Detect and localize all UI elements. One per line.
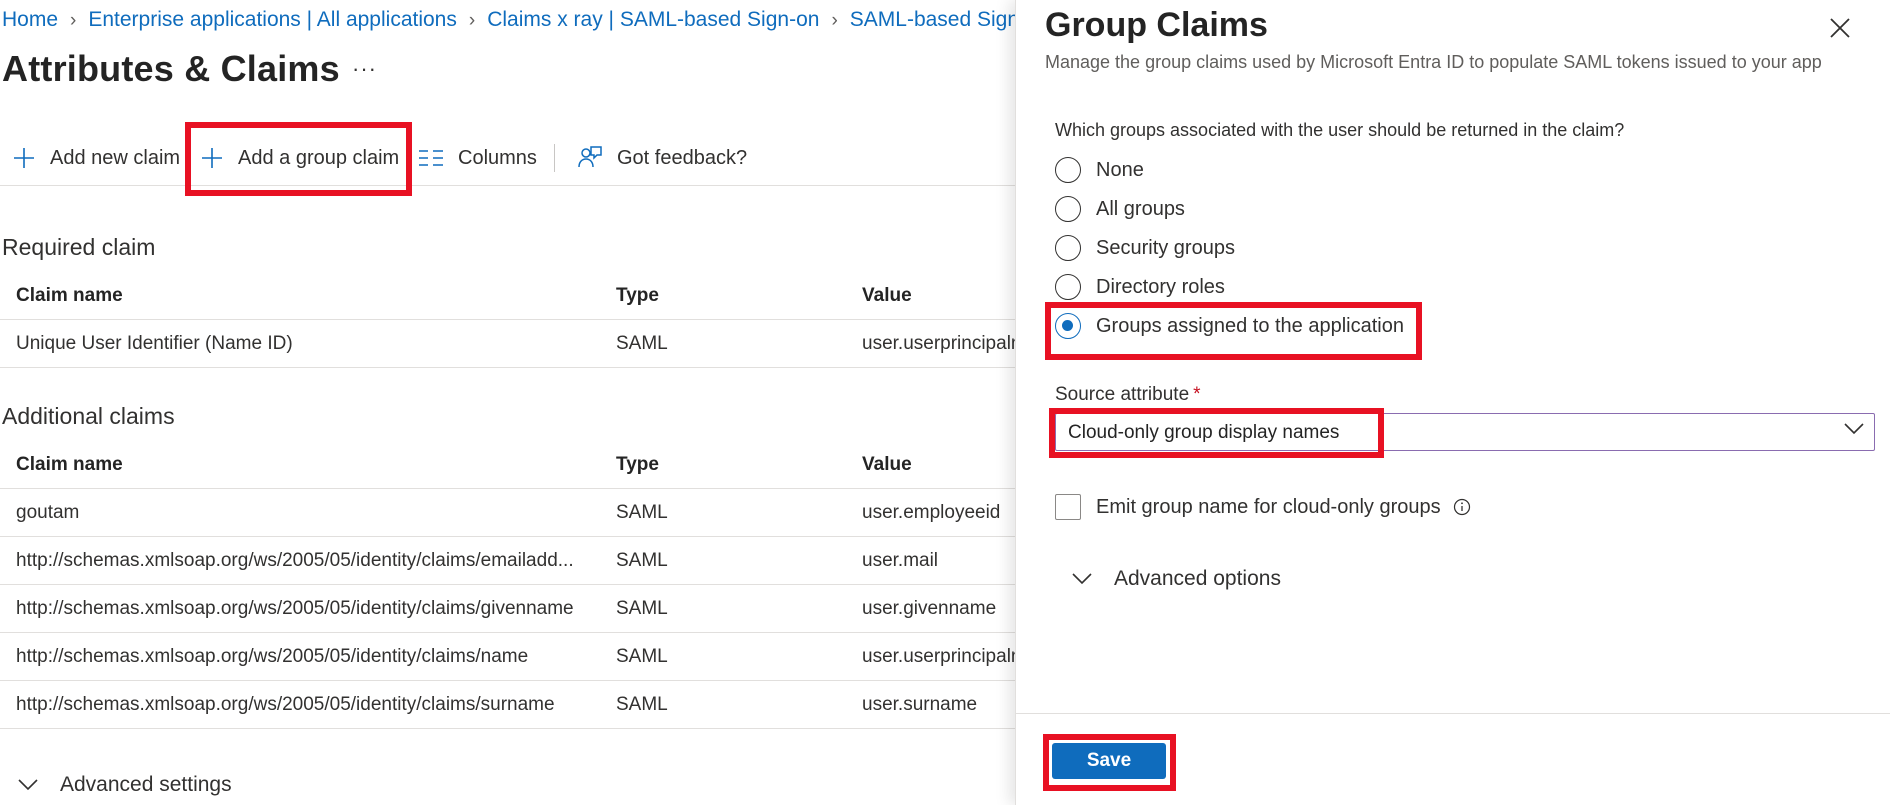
claim-value-cell: user.mail [862, 550, 939, 571]
main-content: Home › Enterprise applications | All appli… [0, 0, 1015, 805]
columns-icon [419, 150, 443, 166]
radio-directory-roles[interactable]: Directory roles [1055, 272, 1225, 302]
breadcrumb-saml-sign-on[interactable]: SAML-based Sign-on [850, 8, 1015, 31]
breadcrumb-claims-xray[interactable]: Claims x ray | SAML-based Sign-on [487, 8, 819, 31]
advanced-options-label: Advanced options [1114, 567, 1281, 590]
claim-name-cell: http://schemas.xmlsoap.org/ws/2005/05/id… [16, 598, 574, 619]
columns-label: Columns [458, 146, 537, 169]
additional-claims-heading: Additional claims [2, 403, 175, 429]
claim-name-cell: http://schemas.xmlsoap.org/ws/2005/05/id… [16, 694, 555, 715]
chevron-right-icon: › [831, 10, 838, 31]
claim-type-cell: SAML [616, 646, 668, 667]
claim-type-cell: SAML [616, 550, 668, 571]
chevron-down-icon [1844, 423, 1864, 435]
emit-group-name-label: Emit group name for cloud-only groups [1096, 495, 1441, 518]
required-claims-table: Claim name Type Value Unique User Identi… [0, 272, 1015, 368]
highlight-box [185, 122, 412, 196]
info-icon[interactable] [1453, 498, 1471, 516]
claim-value-cell: user.userprincipalname [862, 333, 1015, 354]
radio-none[interactable]: None [1055, 155, 1144, 185]
panel-title: Group Claims [1045, 6, 1268, 44]
chevron-down-icon [1072, 573, 1092, 585]
column-header-type: Type [616, 285, 659, 306]
source-attribute-text: Source attribute [1055, 384, 1190, 405]
claim-type-cell: SAML [616, 502, 668, 523]
required-claim-heading: Required claim [2, 234, 156, 260]
table-header-row: Claim name Type Value [0, 272, 1015, 320]
column-header-value: Value [862, 285, 912, 306]
panel-subtitle: Manage the group claims used by Microsof… [1045, 52, 1822, 72]
plus-icon [14, 148, 34, 168]
emit-group-name-checkbox[interactable] [1055, 494, 1081, 520]
command-bar: Add new claim Add a group claim Columns … [0, 140, 1015, 186]
table-row[interactable]: http://schemas.xmlsoap.org/ws/2005/05/id… [0, 681, 1015, 729]
claim-name-cell: http://schemas.xmlsoap.org/ws/2005/05/id… [16, 550, 574, 571]
claim-value-cell: user.givenname [862, 598, 997, 619]
table-row[interactable]: Unique User Identifier (Name ID) SAML us… [0, 320, 1015, 368]
table-row[interactable]: http://schemas.xmlsoap.org/ws/2005/05/id… [0, 633, 1015, 681]
radio-button[interactable] [1055, 235, 1081, 261]
advanced-options-toggle[interactable]: Advanced options [1072, 567, 1281, 591]
feedback-icon [578, 146, 602, 168]
advanced-settings-label: Advanced settings [60, 773, 232, 796]
claim-name-cell: http://schemas.xmlsoap.org/ws/2005/05/id… [16, 646, 529, 667]
radio-label: None [1096, 158, 1144, 181]
page-title: Attributes & Claims [2, 48, 340, 89]
highlight-box [1049, 408, 1384, 458]
claim-value-cell: user.surname [862, 694, 978, 715]
table-row[interactable]: goutam SAML user.employeeid [0, 489, 1015, 537]
additional-claims-table: Claim name Type Value goutam SAML user.e… [0, 441, 1015, 729]
radio-label: Security groups [1096, 236, 1235, 259]
radio-security-groups[interactable]: Security groups [1055, 233, 1235, 263]
feedback-button[interactable]: Got feedback? [577, 140, 747, 176]
claim-type-cell: SAML [616, 694, 668, 715]
claim-type-cell: SAML [616, 598, 668, 619]
column-header-value: Value [862, 454, 912, 475]
radio-label: All groups [1096, 197, 1185, 220]
highlight-box [1045, 302, 1422, 360]
feedback-label: Got feedback? [617, 146, 748, 169]
chevron-right-icon: › [468, 10, 476, 31]
columns-button[interactable]: Columns [418, 140, 537, 176]
radio-all-groups[interactable]: All groups [1055, 194, 1185, 224]
radio-button[interactable] [1055, 274, 1081, 300]
table-row[interactable]: http://schemas.xmlsoap.org/ws/2005/05/id… [0, 585, 1015, 633]
column-header-type: Type [616, 454, 659, 475]
table-header-row: Claim name Type Value [0, 441, 1015, 489]
chevron-right-icon: › [70, 10, 77, 31]
breadcrumb-home[interactable]: Home [2, 8, 58, 31]
column-header-claim-name: Claim name [16, 285, 123, 306]
source-attribute-label: Source attribute * [1055, 384, 1201, 406]
breadcrumb: Home › Enterprise applications | All appli… [2, 8, 1015, 32]
emit-group-name-row: Emit group name for cloud-only groups [1055, 494, 1471, 520]
chevron-down-icon [18, 779, 38, 791]
radio-label: Directory roles [1096, 275, 1225, 298]
groups-question: Which groups associated with the user sh… [1055, 120, 1625, 140]
add-new-claim-label: Add new claim [50, 146, 181, 169]
claim-name-cell: Unique User Identifier (Name ID) [16, 333, 293, 354]
table-row[interactable]: http://schemas.xmlsoap.org/ws/2005/05/id… [0, 537, 1015, 585]
panel-footer-divider [1016, 713, 1890, 714]
claim-value-cell: user.userprincipalname [862, 646, 1015, 667]
toolbar-divider [554, 144, 555, 172]
claim-name-cell: goutam [16, 502, 80, 523]
add-new-claim-button[interactable]: Add new claim [12, 140, 180, 176]
group-claims-panel: Group Claims Manage the group claims use… [1015, 0, 1890, 805]
column-header-claim-name: Claim name [16, 454, 123, 475]
highlight-box [1043, 734, 1176, 791]
claim-value-cell: user.employeeid [862, 502, 1001, 523]
claim-type-cell: SAML [616, 333, 668, 354]
advanced-settings-toggle[interactable]: Advanced settings [18, 773, 232, 797]
breadcrumb-enterprise-apps[interactable]: Enterprise applications | All applicatio… [88, 8, 457, 31]
required-marker: * [1193, 384, 1201, 405]
radio-button[interactable] [1055, 196, 1081, 222]
more-options-button[interactable]: ··· [352, 56, 377, 82]
radio-button[interactable] [1055, 157, 1081, 183]
close-icon[interactable] [1828, 16, 1852, 40]
